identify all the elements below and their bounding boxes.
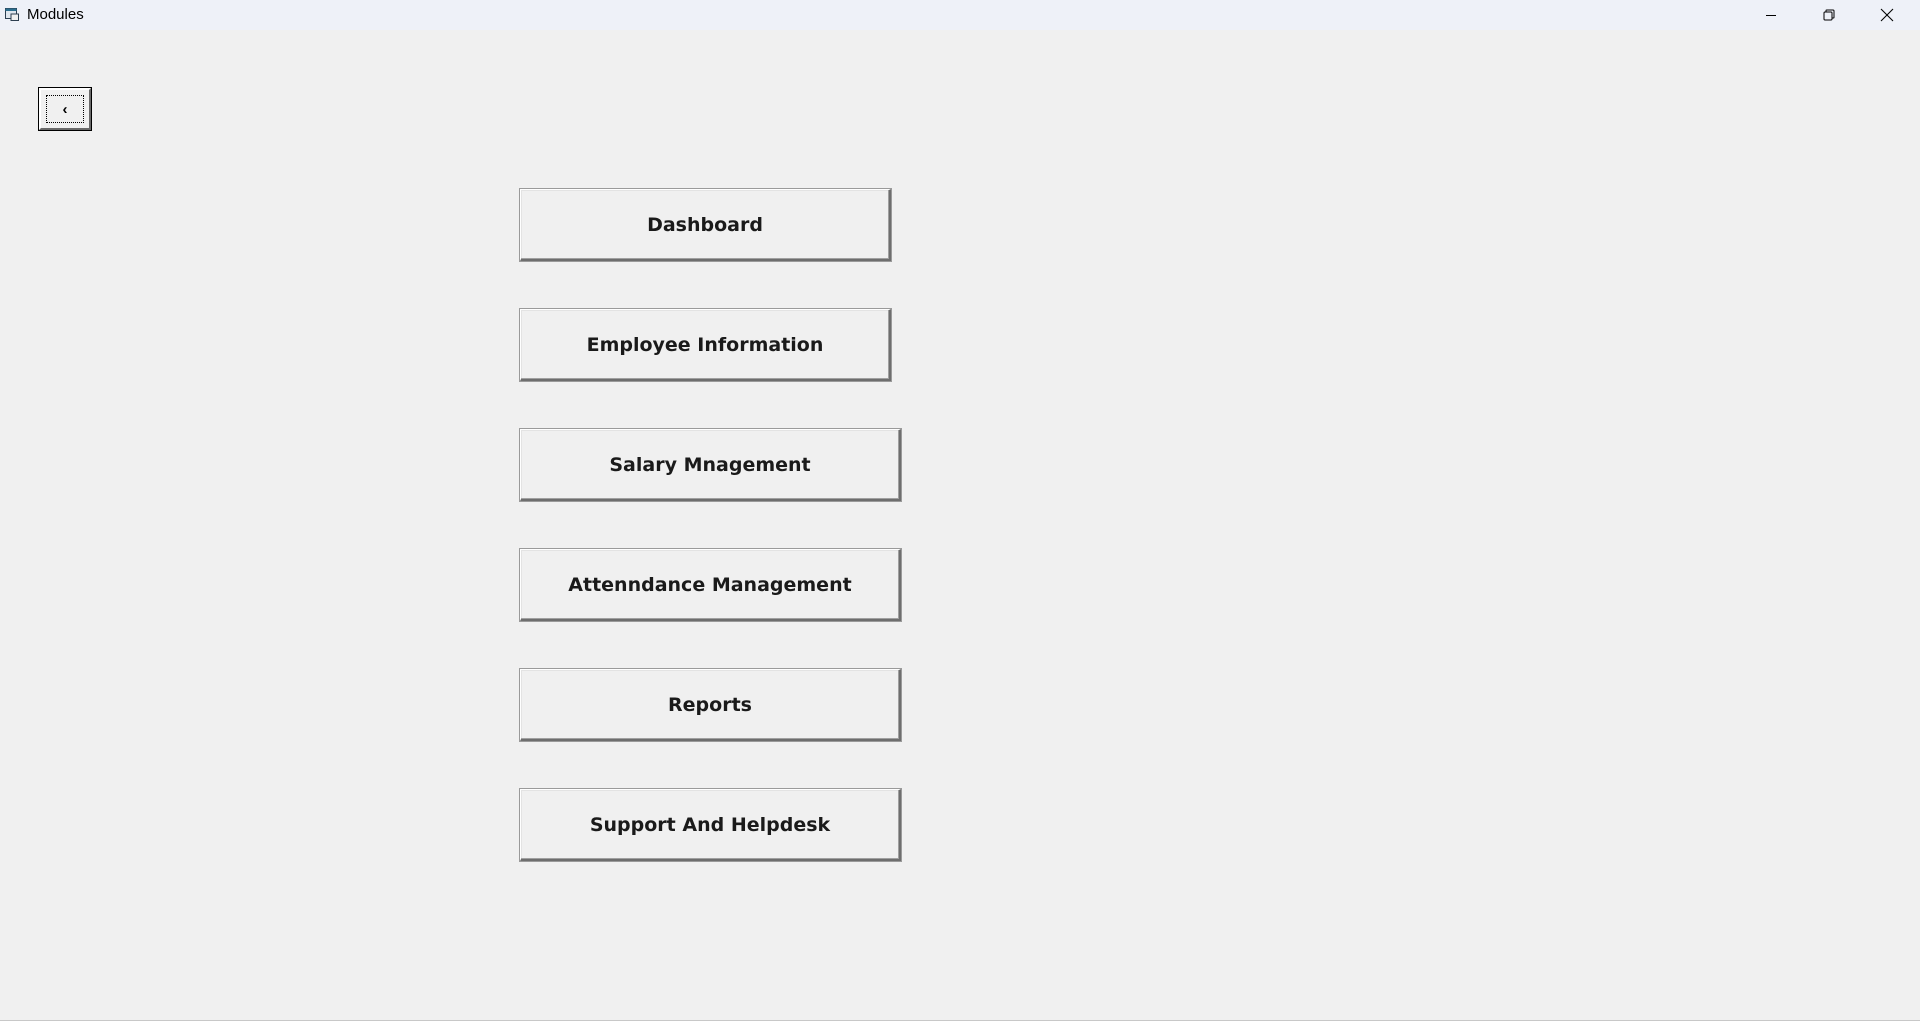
restore-icon (1823, 9, 1835, 21)
dashboard-button[interactable]: Dashboard (519, 188, 892, 262)
modules-window: Modules ‹ Dashboard Employee Information… (0, 0, 1920, 1021)
attendance-management-button[interactable]: Attenndance Management (519, 548, 902, 622)
title-bar[interactable]: Modules (0, 0, 1920, 30)
support-and-helpdesk-button[interactable]: Support And Helpdesk (519, 788, 902, 862)
window-title: Modules (27, 6, 84, 23)
client-area: ‹ Dashboard Employee Information Salary … (0, 30, 1920, 1021)
restore-button[interactable] (1800, 0, 1858, 30)
employee-information-button[interactable]: Employee Information (519, 308, 892, 382)
close-icon (1880, 8, 1894, 22)
back-button[interactable]: ‹ (38, 87, 92, 131)
app-window-icon (5, 8, 19, 21)
chevron-left-icon: ‹ (46, 95, 84, 123)
close-button[interactable] (1858, 0, 1916, 30)
minimize-button[interactable] (1742, 0, 1800, 30)
salary-management-button[interactable]: Salary Mnagement (519, 428, 902, 502)
minimize-icon (1765, 9, 1777, 21)
reports-button[interactable]: Reports (519, 668, 902, 742)
